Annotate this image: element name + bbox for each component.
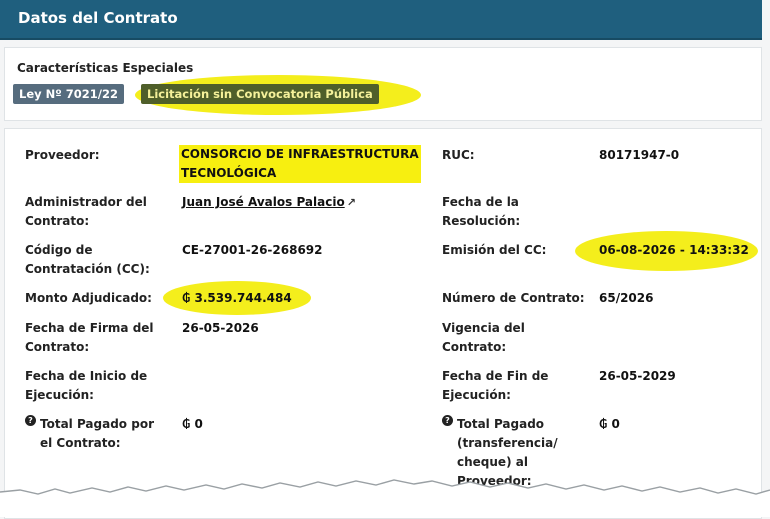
value-total-pagado: ₲ 0 (182, 417, 203, 431)
value-codigo: CE-27001-26-268692 (182, 243, 323, 257)
label-fecha-fin: Fecha de Fin de Ejecución: (442, 369, 549, 402)
badge-ley: Ley Nº 7021/22 (13, 84, 124, 104)
value-numero: 65/2026 (599, 291, 654, 305)
value-emision: 06-08-2026 - 14:33:32 (599, 243, 749, 257)
label-monto: Monto Adjudicado: (25, 291, 152, 305)
value-fecha-firma: 26-05-2026 (182, 321, 259, 335)
label-total-pagado: Total Pagado por el Contrato: (40, 417, 154, 450)
value-monto: ₲ 3.539.744.484 (182, 291, 292, 305)
label-total-pagado-wrap: ? Total Pagado por el Contrato: (25, 415, 154, 453)
value-total-pagado-prov: ₲ 0 (599, 417, 620, 431)
badge-licitacion: Licitación sin Convocatoria Pública (141, 84, 379, 104)
value-fecha-fin: 26-05-2029 (599, 369, 676, 383)
label-numero: Número de Contrato: (442, 291, 585, 305)
label-administrador: Administrador del Contrato: (25, 195, 147, 228)
help-icon[interactable]: ? (25, 415, 36, 426)
torn-paper-edge (0, 479, 770, 517)
label-fecha-firma: Fecha de Firma del Contrato: (25, 321, 154, 354)
label-codigo: Código de Contratación (CC): (25, 243, 150, 276)
label-proveedor: Proveedor: (25, 148, 100, 162)
label-fecha-resolucion: Fecha de la Resolución: (442, 195, 521, 228)
section-header: Datos del Contrato (0, 0, 762, 40)
value-ruc: 80171947-0 (599, 148, 680, 162)
label-ruc: RUC: (442, 148, 475, 162)
section-title: Datos del Contrato (18, 9, 178, 27)
special-characteristics-panel: Características Especiales Ley Nº 7021/2… (4, 47, 762, 121)
help-icon[interactable]: ? (442, 415, 453, 426)
contract-details-panel: Proveedor: CONSORCIO DE INFRAESTRUCTURA … (4, 128, 762, 519)
label-vigencia: Vigencia del Contrato: (442, 321, 525, 354)
special-characteristics-title: Características Especiales (17, 61, 194, 75)
value-administrador-link[interactable]: Juan José Avalos Palacio ↗ (182, 193, 356, 212)
value-proveedor: CONSORCIO DE INFRAESTRUCTURA TECNOLÓGICA (179, 145, 421, 183)
label-fecha-inicio: Fecha de Inicio de Ejecución: (25, 369, 148, 402)
external-link-icon[interactable]: ↗ (347, 196, 356, 209)
label-emision: Emisión del CC: (442, 243, 547, 257)
